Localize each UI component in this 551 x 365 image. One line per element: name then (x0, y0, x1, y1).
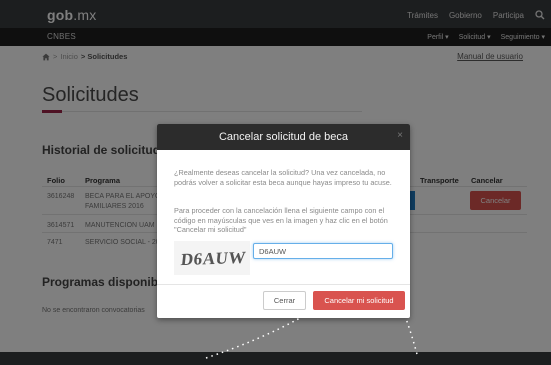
modal-warning-text: ¿Realmente deseas cancelar la solicitud?… (174, 168, 392, 187)
close-button[interactable]: Cerrar (263, 291, 306, 310)
modal-footer-divider (157, 284, 410, 285)
confirm-cancel-button[interactable]: Cancelar mi solicitud (313, 291, 405, 310)
modal-instruction-text: Para proceder con la cancelación llena e… (174, 206, 388, 234)
cancel-modal: Cancelar solicitud de beca × ¿Realmente … (157, 124, 410, 318)
captcha-image: D6AUW (174, 241, 250, 275)
captcha-input[interactable] (253, 243, 393, 259)
captcha-text: D6AUW (179, 247, 248, 270)
close-icon[interactable]: × (397, 131, 403, 141)
modal-header: Cancelar solicitud de beca × (157, 124, 410, 150)
modal-title: Cancelar solicitud de beca (218, 131, 349, 143)
